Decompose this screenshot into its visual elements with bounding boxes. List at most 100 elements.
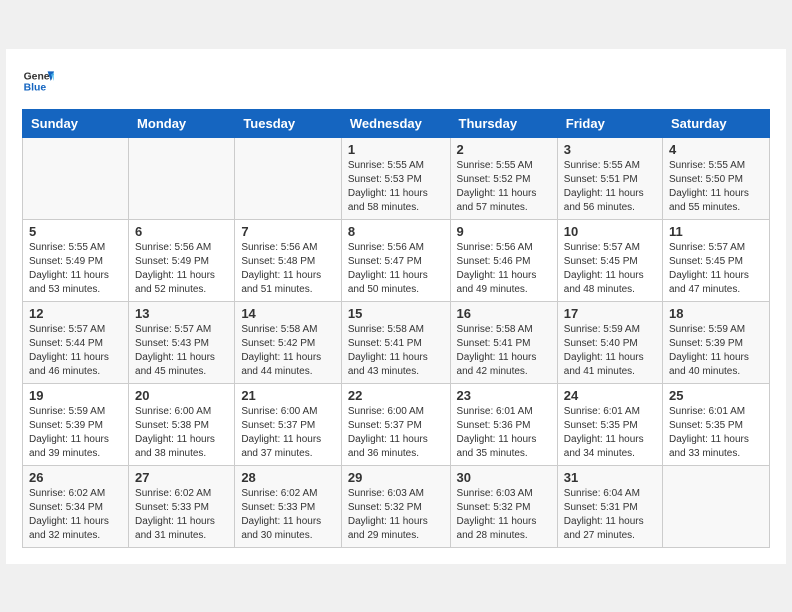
day-info: Sunrise: 6:04 AM Sunset: 5:31 PM Dayligh… bbox=[564, 487, 656, 543]
day-number: 22 bbox=[348, 388, 444, 403]
day-number: 31 bbox=[564, 470, 656, 485]
day-number: 12 bbox=[29, 306, 122, 321]
day-number: 7 bbox=[241, 224, 335, 239]
calendar-cell: 29Sunrise: 6:03 AM Sunset: 5:32 PM Dayli… bbox=[341, 465, 450, 547]
day-info: Sunrise: 5:55 AM Sunset: 5:52 PM Dayligh… bbox=[457, 159, 551, 215]
day-number: 29 bbox=[348, 470, 444, 485]
day-info: Sunrise: 6:01 AM Sunset: 5:35 PM Dayligh… bbox=[564, 405, 656, 461]
calendar-cell: 6 Sunrise: 5:56 AM Sunset: 5:49 PM Daylig… bbox=[129, 219, 235, 301]
day-info: Sunrise: 6:01 AM Sunset: 5:35 PM Dayligh… bbox=[669, 405, 763, 461]
calendar-cell: 4 Sunrise: 5:55 AM Sunset: 5:50 PM Daylig… bbox=[662, 137, 769, 219]
day-number: 25 bbox=[669, 388, 763, 403]
day-info: Sunrise: 5:59 AM Sunset: 5:40 PM Dayligh… bbox=[564, 323, 656, 379]
day-number: 6 bbox=[135, 224, 228, 239]
week-row-2: 5 Sunrise: 5:55 AM Sunset: 5:49 PM Daylig… bbox=[23, 219, 770, 301]
day-info: Sunrise: 6:00 AM Sunset: 5:37 PM Dayligh… bbox=[241, 405, 335, 461]
day-info: Sunrise: 5:57 AM Sunset: 5:45 PM Dayligh… bbox=[564, 241, 656, 297]
day-number: 2 bbox=[457, 142, 551, 157]
calendar-cell: 20Sunrise: 6:00 AM Sunset: 5:38 PM Dayli… bbox=[129, 383, 235, 465]
logo: General Blue bbox=[22, 65, 54, 97]
calendar-cell bbox=[23, 137, 129, 219]
calendar-cell: 9 Sunrise: 5:56 AM Sunset: 5:46 PM Daylig… bbox=[450, 219, 557, 301]
day-info: Sunrise: 5:55 AM Sunset: 5:50 PM Dayligh… bbox=[669, 159, 763, 215]
day-number: 19 bbox=[29, 388, 122, 403]
calendar-cell: 25 Sunrise: 6:01 AM Sunset: 5:35 PM Dayli… bbox=[662, 383, 769, 465]
weekday-header-wednesday: Wednesday bbox=[341, 109, 450, 137]
calendar-cell: 23 Sunrise: 6:01 AM Sunset: 5:36 PM Dayli… bbox=[450, 383, 557, 465]
day-number: 15 bbox=[348, 306, 444, 321]
day-info: Sunrise: 5:59 AM Sunset: 5:39 PM Dayligh… bbox=[29, 405, 122, 461]
day-info: Sunrise: 5:55 AM Sunset: 5:51 PM Dayligh… bbox=[564, 159, 656, 215]
calendar-cell: 10 Sunrise: 5:57 AM Sunset: 5:45 PM Dayli… bbox=[557, 219, 662, 301]
calendar-cell: 24 Sunrise: 6:01 AM Sunset: 5:35 PM Dayli… bbox=[557, 383, 662, 465]
day-info: Sunrise: 5:57 AM Sunset: 5:45 PM Dayligh… bbox=[669, 241, 763, 297]
day-number: 14 bbox=[241, 306, 335, 321]
day-info: Sunrise: 5:56 AM Sunset: 5:48 PM Dayligh… bbox=[241, 241, 335, 297]
calendar-cell: 8Sunrise: 5:56 AM Sunset: 5:47 PM Daylig… bbox=[341, 219, 450, 301]
week-row-3: 12 Sunrise: 5:57 AM Sunset: 5:44 PM Dayli… bbox=[23, 301, 770, 383]
day-info: Sunrise: 6:03 AM Sunset: 5:32 PM Dayligh… bbox=[457, 487, 551, 543]
day-number: 30 bbox=[457, 470, 551, 485]
day-number: 17 bbox=[564, 306, 656, 321]
calendar-cell: 3 Sunrise: 5:55 AM Sunset: 5:51 PM Daylig… bbox=[557, 137, 662, 219]
day-info: Sunrise: 6:02 AM Sunset: 5:34 PM Dayligh… bbox=[29, 487, 122, 543]
day-info: Sunrise: 5:58 AM Sunset: 5:41 PM Dayligh… bbox=[457, 323, 551, 379]
day-number: 16 bbox=[457, 306, 551, 321]
day-number: 8 bbox=[348, 224, 444, 239]
calendar-cell: 22 Sunrise: 6:00 AM Sunset: 5:37 PM Dayli… bbox=[341, 383, 450, 465]
calendar-cell: 7 Sunrise: 5:56 AM Sunset: 5:48 PM Daylig… bbox=[235, 219, 342, 301]
day-info: Sunrise: 5:57 AM Sunset: 5:43 PM Dayligh… bbox=[135, 323, 228, 379]
weekday-header-row: SundayMondayTuesdayWednesdayThursdayFrid… bbox=[23, 109, 770, 137]
calendar-cell: 5 Sunrise: 5:55 AM Sunset: 5:49 PM Daylig… bbox=[23, 219, 129, 301]
calendar-cell: 14 Sunrise: 5:58 AM Sunset: 5:42 PM Dayli… bbox=[235, 301, 342, 383]
weekday-header-monday: Monday bbox=[129, 109, 235, 137]
day-number: 24 bbox=[564, 388, 656, 403]
calendar-cell: 16 Sunrise: 5:58 AM Sunset: 5:41 PM Dayli… bbox=[450, 301, 557, 383]
calendar-cell: 19 Sunrise: 5:59 AM Sunset: 5:39 PM Dayli… bbox=[23, 383, 129, 465]
week-row-1: 1 Sunrise: 5:55 AM Sunset: 5:53 PM Daylig… bbox=[23, 137, 770, 219]
calendar-cell: 13 Sunrise: 5:57 AM Sunset: 5:43 PM Dayli… bbox=[129, 301, 235, 383]
day-info: Sunrise: 5:56 AM Sunset: 5:49 PM Dayligh… bbox=[135, 241, 228, 297]
day-info: Sunrise: 5:56 AM Sunset: 5:46 PM Dayligh… bbox=[457, 241, 551, 297]
calendar-table: SundayMondayTuesdayWednesdayThursdayFrid… bbox=[22, 109, 770, 548]
weekday-header-thursday: Thursday bbox=[450, 109, 557, 137]
day-number: 1 bbox=[348, 142, 444, 157]
day-number: 5 bbox=[29, 224, 122, 239]
calendar-cell: 31 Sunrise: 6:04 AM Sunset: 5:31 PM Dayli… bbox=[557, 465, 662, 547]
day-info: Sunrise: 6:00 AM Sunset: 5:37 PM Dayligh… bbox=[348, 405, 444, 461]
day-info: Sunrise: 5:55 AM Sunset: 5:49 PM Dayligh… bbox=[29, 241, 122, 297]
day-info: Sunrise: 5:58 AM Sunset: 5:42 PM Dayligh… bbox=[241, 323, 335, 379]
weekday-header-saturday: Saturday bbox=[662, 109, 769, 137]
day-number: 13 bbox=[135, 306, 228, 321]
day-number: 3 bbox=[564, 142, 656, 157]
calendar-cell bbox=[129, 137, 235, 219]
calendar-cell: 2 Sunrise: 5:55 AM Sunset: 5:52 PM Daylig… bbox=[450, 137, 557, 219]
calendar-cell bbox=[235, 137, 342, 219]
day-number: 23 bbox=[457, 388, 551, 403]
calendar-cell: 28 Sunrise: 6:02 AM Sunset: 5:33 PM Dayli… bbox=[235, 465, 342, 547]
calendar-cell: 30 Sunrise: 6:03 AM Sunset: 5:32 PM Dayli… bbox=[450, 465, 557, 547]
day-info: Sunrise: 6:01 AM Sunset: 5:36 PM Dayligh… bbox=[457, 405, 551, 461]
calendar-cell bbox=[662, 465, 769, 547]
day-info: Sunrise: 5:57 AM Sunset: 5:44 PM Dayligh… bbox=[29, 323, 122, 379]
day-number: 18 bbox=[669, 306, 763, 321]
logo-icon: General Blue bbox=[22, 65, 54, 97]
weekday-header-tuesday: Tuesday bbox=[235, 109, 342, 137]
day-info: Sunrise: 6:02 AM Sunset: 5:33 PM Dayligh… bbox=[241, 487, 335, 543]
calendar-cell: 1 Sunrise: 5:55 AM Sunset: 5:53 PM Daylig… bbox=[341, 137, 450, 219]
day-info: Sunrise: 5:55 AM Sunset: 5:53 PM Dayligh… bbox=[348, 159, 444, 215]
calendar-cell: 21Sunrise: 6:00 AM Sunset: 5:37 PM Dayli… bbox=[235, 383, 342, 465]
calendar-cell: 27Sunrise: 6:02 AM Sunset: 5:33 PM Dayli… bbox=[129, 465, 235, 547]
day-number: 4 bbox=[669, 142, 763, 157]
day-info: Sunrise: 6:02 AM Sunset: 5:33 PM Dayligh… bbox=[135, 487, 228, 543]
day-info: Sunrise: 5:58 AM Sunset: 5:41 PM Dayligh… bbox=[348, 323, 444, 379]
svg-text:Blue: Blue bbox=[24, 82, 47, 93]
calendar-container: General Blue SundayMondayTuesdayWednesda… bbox=[6, 49, 786, 564]
day-number: 9 bbox=[457, 224, 551, 239]
day-number: 10 bbox=[564, 224, 656, 239]
day-number: 28 bbox=[241, 470, 335, 485]
calendar-cell: 18Sunrise: 5:59 AM Sunset: 5:39 PM Dayli… bbox=[662, 301, 769, 383]
calendar-cell: 26 Sunrise: 6:02 AM Sunset: 5:34 PM Dayli… bbox=[23, 465, 129, 547]
day-number: 26 bbox=[29, 470, 122, 485]
calendar-cell: 11Sunrise: 5:57 AM Sunset: 5:45 PM Dayli… bbox=[662, 219, 769, 301]
